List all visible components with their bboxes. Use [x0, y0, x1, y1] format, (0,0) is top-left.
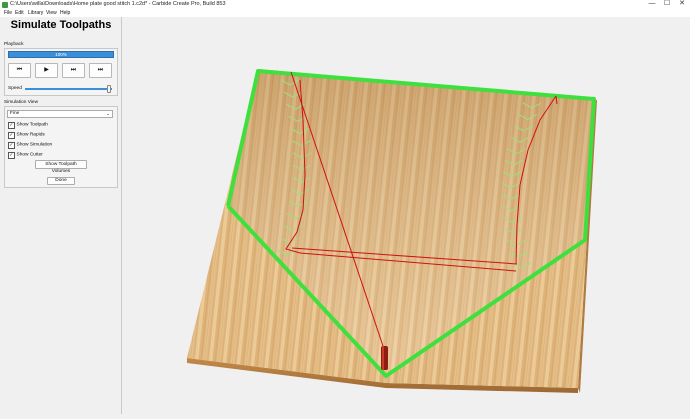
- cutter: [381, 346, 388, 370]
- speed-slider-handle[interactable]: [107, 85, 112, 93]
- show-toolpath-checkbox[interactable]: ✓ Show Toolpath: [8, 122, 48, 129]
- checkbox-label: Show Rapids: [16, 132, 45, 138]
- speed-label: Speed: [8, 86, 22, 91]
- menu-file[interactable]: File: [4, 9, 12, 17]
- show-toolpath-volumes-button[interactable]: Show Toolpath Volumes: [35, 160, 87, 174]
- checkbox-check-icon: ✓: [8, 152, 15, 159]
- checkbox-label: Show Toolpath: [16, 122, 48, 128]
- maximize-button[interactable]: ☐: [661, 0, 673, 9]
- menu-library[interactable]: Library: [28, 9, 43, 17]
- simulation-view-value: Fine: [10, 111, 20, 116]
- done-button[interactable]: Done: [47, 177, 75, 185]
- speed-slider-track[interactable]: [25, 88, 112, 90]
- minimize-button[interactable]: —: [646, 0, 658, 9]
- checkbox-check-icon: ✓: [8, 122, 15, 129]
- skip-to-end-button[interactable]: ⏭: [89, 63, 112, 78]
- progress-text: 100%: [55, 52, 67, 57]
- simulation-canvas[interactable]: [122, 17, 690, 414]
- checkbox-check-icon: ✓: [8, 142, 15, 149]
- simulation-view-label: Simulation View: [4, 100, 39, 105]
- playback-label: Playback: [4, 42, 24, 47]
- close-button[interactable]: ✕: [676, 0, 688, 9]
- app-icon: [2, 1, 8, 8]
- chevron-down-icon: ⌄: [106, 111, 110, 116]
- checkbox-check-icon: ✓: [8, 132, 15, 139]
- window-title: C:\Users\willa\Downloads\Home plate good…: [10, 1, 226, 7]
- simulation-view-select[interactable]: Fine ⌄: [7, 110, 113, 118]
- show-cutter-checkbox[interactable]: ✓ Show Cutter: [8, 152, 43, 159]
- show-simulation-checkbox[interactable]: ✓ Show Simulation: [8, 142, 52, 149]
- menu-edit[interactable]: Edit: [15, 9, 24, 17]
- title-bar: C:\Users\willa\Downloads\Home plate good…: [0, 0, 690, 9]
- play-button[interactable]: ▶: [35, 63, 58, 78]
- skip-to-start-button[interactable]: ⏮: [8, 63, 31, 78]
- simulation-viewport[interactable]: [122, 17, 690, 414]
- menu-view[interactable]: View: [46, 9, 57, 17]
- simulate-panel: Simulate Toolpaths Playback 100% ⏮ ▶ ⏭ ⏭…: [0, 17, 122, 414]
- menu-help[interactable]: Help: [60, 9, 70, 17]
- progress-bar: 100%: [8, 51, 114, 58]
- checkbox-label: Show Simulation: [16, 142, 53, 148]
- checkbox-label: Show Cutter: [16, 152, 43, 158]
- step-forward-button[interactable]: ⏭: [62, 63, 85, 78]
- show-rapids-checkbox[interactable]: ✓ Show Rapids: [8, 132, 45, 139]
- panel-title: Simulate Toolpaths: [10, 19, 112, 31]
